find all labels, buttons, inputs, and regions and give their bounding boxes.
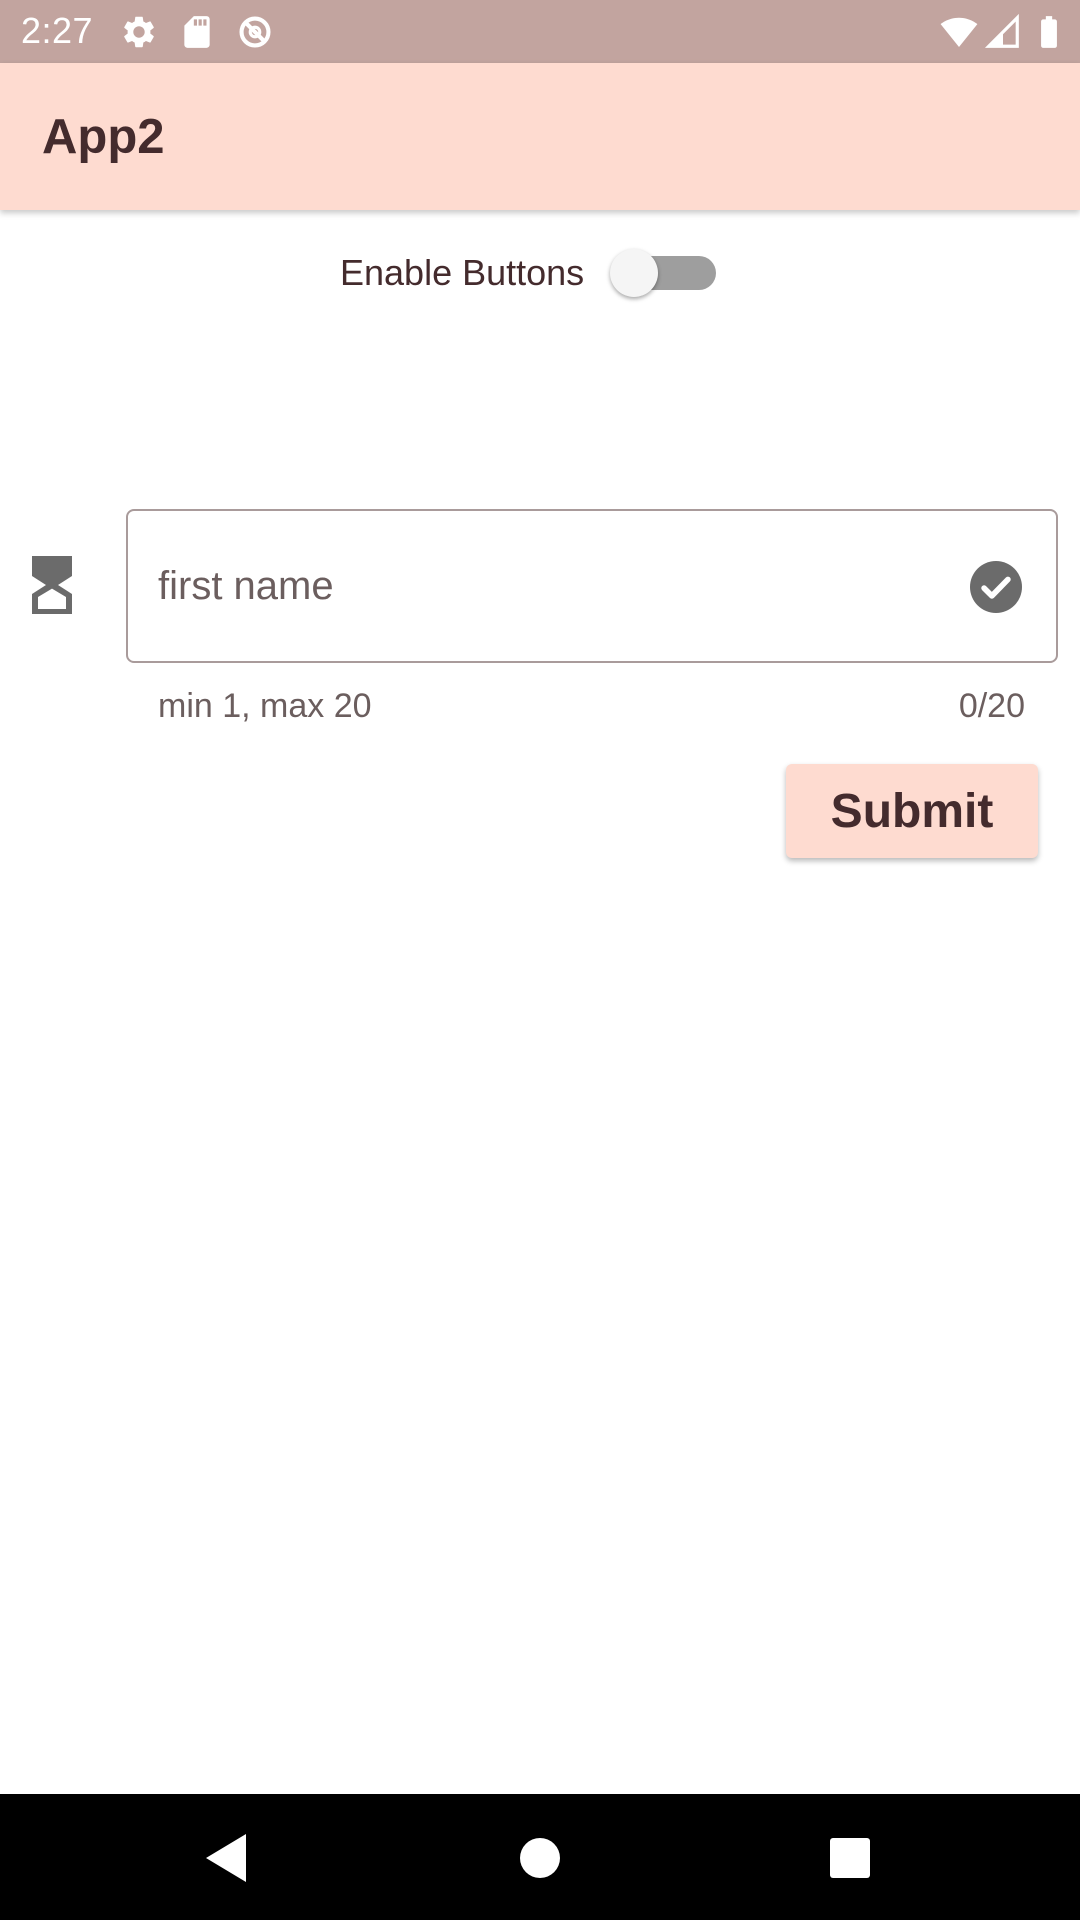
wifi-icon — [940, 13, 978, 51]
cell-signal-icon — [984, 13, 1022, 51]
enable-buttons-label: Enable Buttons — [340, 252, 585, 293]
first-name-input[interactable] — [158, 551, 958, 621]
battery-icon — [1030, 13, 1068, 51]
character-counter: 0/20 — [958, 687, 1025, 725]
sync-disabled-icon — [236, 13, 274, 51]
recents-icon[interactable] — [818, 1826, 882, 1890]
submit-button[interactable]: Submit — [786, 764, 1038, 858]
switch-thumb — [610, 249, 658, 297]
navigation-bar — [0, 1794, 1080, 1920]
first-name-field[interactable] — [126, 509, 1058, 663]
status-time: 2:27 — [21, 10, 94, 51]
back-icon[interactable] — [192, 1826, 256, 1890]
hourglass-icon — [32, 556, 72, 614]
sd-card-icon — [178, 13, 216, 51]
home-icon[interactable] — [508, 1826, 572, 1890]
helper-text: min 1, max 20 — [158, 687, 372, 725]
app-title: App2 — [42, 110, 165, 164]
enable-buttons-switch[interactable] — [610, 249, 716, 297]
gear-icon — [120, 13, 158, 51]
status-bar: 2:27 — [0, 0, 1080, 63]
check-circle-icon — [970, 561, 1022, 613]
app-bar: App2 — [0, 63, 1080, 210]
